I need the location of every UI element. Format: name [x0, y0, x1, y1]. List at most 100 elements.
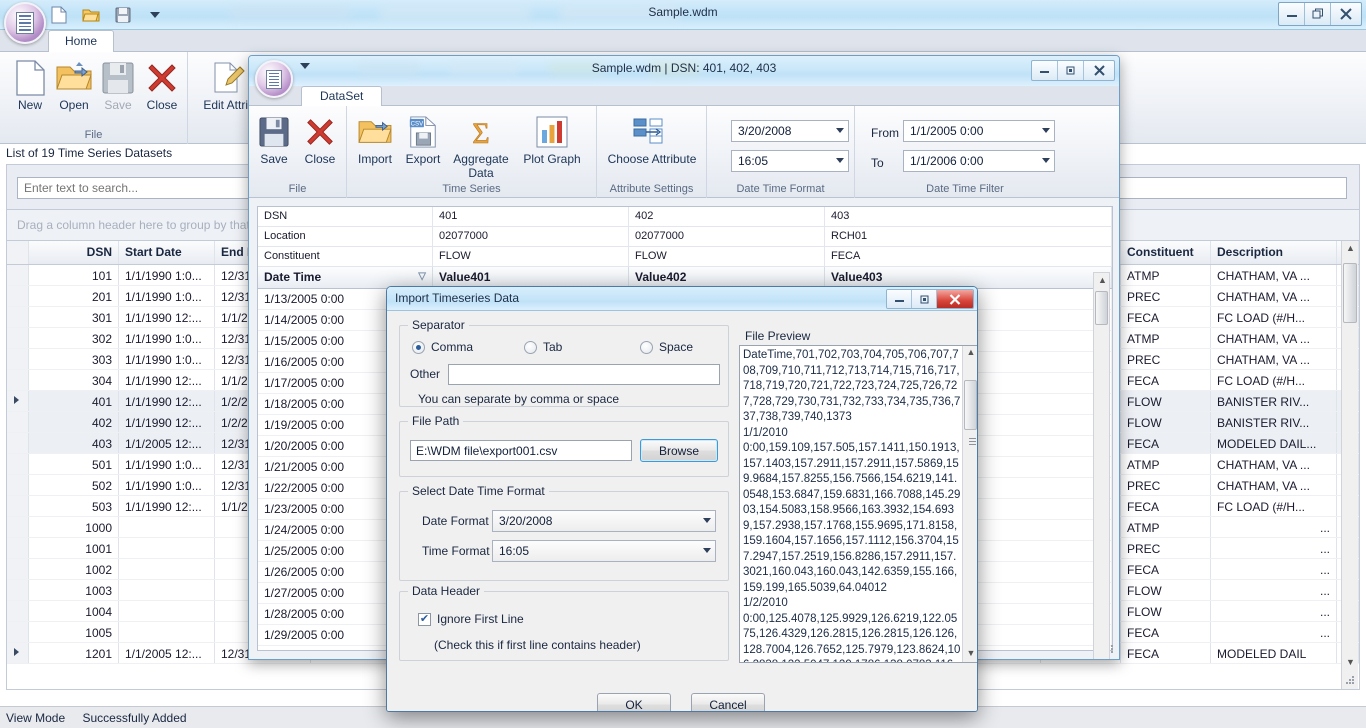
radio-dot-icon [412, 341, 425, 354]
from-date-combo[interactable]: 1/1/2005 0:00 [903, 120, 1055, 142]
cell-dsn: 201 [29, 286, 119, 306]
edit-attrib-label: Edit Attrib [203, 98, 254, 112]
quick-access-toolbar [48, 3, 166, 27]
scroll-up-icon[interactable]: ▲ [1096, 275, 1109, 289]
scroll-up-icon[interactable]: ▲ [1344, 243, 1357, 257]
ok-button[interactable]: OK [597, 693, 671, 712]
file-preview-scrollbar[interactable]: ▲ ▼ [962, 346, 978, 662]
import-dialog-titlebar: Import Timeseries Data [387, 287, 977, 311]
time-format-label: Time Format [422, 544, 490, 558]
other-separator-input[interactable] [448, 364, 720, 385]
radio-space[interactable]: Space [640, 340, 693, 354]
cell-constituent: PREC [1121, 286, 1211, 306]
list-header: List of 19 Time Series Datasets [6, 146, 172, 160]
open-icon[interactable] [80, 4, 102, 26]
resize-grip-icon[interactable] [1345, 675, 1356, 686]
minimize-button[interactable] [1279, 3, 1305, 25]
scroll-thumb[interactable] [964, 380, 977, 430]
ds-import-button[interactable]: Import [351, 112, 399, 166]
ds-close-button[interactable]: Close [297, 112, 343, 166]
row-indicator-header [7, 241, 29, 264]
customize-quick-access-icon[interactable] [144, 4, 166, 26]
ribbon-group-file-label: File [0, 129, 187, 141]
dataset-close-button[interactable] [1084, 61, 1114, 80]
column-header-constituent[interactable]: Constituent [1121, 241, 1211, 264]
import-minimize-button[interactable] [887, 290, 912, 308]
to-date-combo[interactable]: 1/1/2006 0:00 [903, 150, 1055, 172]
datasets-grid-scrollbar[interactable]: ▲ ▼ [1341, 241, 1358, 689]
save-icon[interactable] [112, 4, 134, 26]
dataset-grid-scrollbar[interactable]: ▲ ▼ [1093, 272, 1110, 660]
dsgrid-header-value401[interactable]: Value401 [433, 267, 629, 288]
ds-save-label: Save [260, 152, 287, 166]
ds-plot-graph-button[interactable]: Plot Graph [517, 112, 587, 166]
cell-dsn: 403 [29, 433, 119, 453]
ds-choose-attribute-button[interactable]: Choose Attribute [607, 112, 697, 166]
tab-home[interactable]: Home [48, 30, 114, 52]
cell-constituent: ATMP [1121, 517, 1211, 537]
import-restore-button[interactable] [912, 290, 937, 308]
file-preview-box[interactable]: DateTime,701,702,703,704,705,706,707,708… [739, 345, 978, 663]
dataset-quick-access[interactable] [299, 59, 311, 73]
dataset-window-titlebar: Sample.wdm | DSN: 401, 402, 403 [249, 56, 1119, 86]
cancel-button[interactable]: Cancel [691, 693, 765, 712]
row-indicator [7, 454, 29, 474]
column-header-dsn[interactable]: DSN [29, 241, 119, 264]
new-icon[interactable] [48, 4, 70, 26]
svg-text:Σ: Σ [472, 117, 489, 148]
cell-description: CHATHAM, VA ... [1211, 286, 1337, 306]
file-path-caption: File Path [408, 414, 463, 428]
cell-constituent: FECA [1121, 496, 1211, 516]
cell-start-date: 1/1/1990 12:... [119, 496, 215, 516]
cell-description: ... [1211, 559, 1337, 579]
dsgrid-header-value403[interactable]: Value403 [825, 267, 1112, 288]
chevron-down-icon [836, 158, 844, 163]
scroll-up-icon[interactable]: ▲ [965, 347, 977, 360]
dialog-time-format-combo[interactable]: 16:05 [492, 540, 716, 562]
dsgrid-header-value402[interactable]: Value402 [629, 267, 825, 288]
cell-start-date [119, 538, 215, 558]
scroll-down-icon[interactable]: ▼ [1344, 657, 1357, 671]
cell-start-date: 1/1/2005 12:... [119, 643, 215, 663]
filter-icon[interactable]: ▽ [418, 271, 426, 282]
ignore-first-line-checkbox[interactable]: ✔ Ignore First Line [418, 612, 524, 626]
column-header-description[interactable]: Description [1211, 241, 1337, 264]
cell-start-date: 1/1/1990 1:0... [119, 454, 215, 474]
scroll-thumb[interactable] [1095, 291, 1108, 325]
import-close-button[interactable] [937, 290, 973, 308]
cell-dsn: 1001 [29, 538, 119, 558]
tab-dataset[interactable]: DataSet [301, 86, 382, 106]
date-format-combo[interactable]: 3/20/2008 [731, 120, 849, 142]
dsgrid-header-datetime[interactable]: Date Time▽ [258, 267, 433, 288]
ds-import-label: Import [358, 152, 392, 166]
meta-label: Location [258, 227, 433, 246]
time-format-combo[interactable]: 16:05 [731, 150, 849, 172]
dataset-application-orb[interactable] [255, 60, 293, 98]
dataset-minimize-button[interactable] [1032, 61, 1058, 80]
column-header-start-date[interactable]: Start Date [119, 241, 215, 264]
ds-save-button[interactable]: Save [251, 112, 297, 166]
radio-tab-label: Tab [543, 340, 562, 354]
file-path-input[interactable]: E:\WDM file\export001.csv [410, 440, 632, 461]
separator-groupbox: Separator Comma Tab Space Other You can … [399, 325, 729, 407]
dialog-date-format-combo[interactable]: 3/20/2008 [492, 510, 716, 532]
main-window-titlebar: Sample.wdm [0, 0, 1366, 30]
dataset-meta-row: ConstituentFLOWFLOWFECA [258, 247, 1112, 267]
cell-dsn: 402 [29, 412, 119, 432]
application-menu-orb[interactable] [4, 2, 46, 44]
close-button-ribbon[interactable]: Close [136, 58, 188, 112]
scroll-thumb[interactable] [1343, 263, 1357, 323]
dataset-restore-button[interactable] [1058, 61, 1084, 80]
ds-ribbon-group-datetime-format: 3/20/2008 16:05 Date Time Format [707, 106, 855, 198]
scroll-down-icon[interactable]: ▼ [965, 648, 977, 661]
ds-export-button[interactable]: CSV Export [399, 112, 447, 166]
chevron-down-icon [836, 128, 844, 133]
from-date-value: 1/1/2005 0:00 [910, 124, 983, 138]
browse-button[interactable]: Browse [640, 439, 718, 462]
restore-button[interactable] [1305, 3, 1331, 25]
radio-comma[interactable]: Comma [412, 340, 473, 354]
close-button[interactable] [1331, 3, 1361, 25]
ds-aggregate-button[interactable]: Σ Aggregate Data [447, 112, 515, 180]
radio-tab[interactable]: Tab [524, 340, 562, 354]
cell-constituent: ATMP [1121, 265, 1211, 285]
